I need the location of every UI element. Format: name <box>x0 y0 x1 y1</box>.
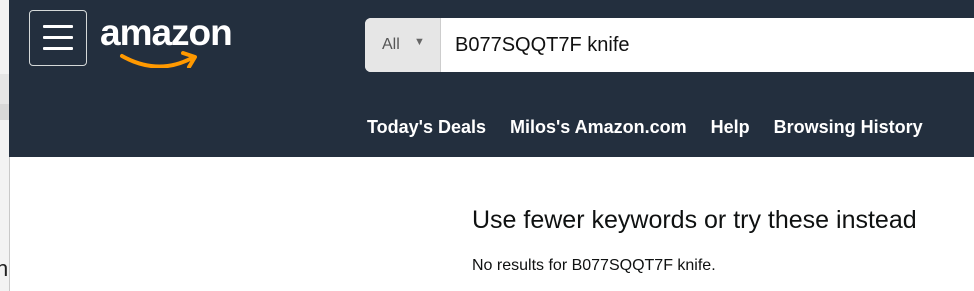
nav-links: Today's Deals Milos's Amazon.com Help Br… <box>367 117 947 141</box>
background-text-fragment: n <box>0 256 9 281</box>
amazon-smile-icon <box>120 51 197 68</box>
amazon-logo[interactable]: amazon <box>100 6 260 68</box>
no-results-message: No results for B077SQQT7F knife. <box>472 257 716 274</box>
nav-link-browsing-history[interactable]: Browsing History <box>774 117 923 141</box>
nav-link-todays-deals[interactable]: Today's Deals <box>367 117 486 141</box>
search-results-area: Use fewer keywords or try these instead … <box>472 206 917 274</box>
amazon-header: amazon All ▼ Today's Deals Milos's Amazo… <box>9 0 974 157</box>
background-band <box>0 74 9 104</box>
search-category-dropdown[interactable]: All ▼ <box>365 18 441 72</box>
background-band <box>0 104 9 120</box>
search-input[interactable] <box>441 18 974 72</box>
caret-down-icon: ▼ <box>414 36 425 48</box>
results-headline: Use fewer keywords or try these instead <box>472 206 917 234</box>
nav-link-help[interactable]: Help <box>711 117 750 141</box>
nav-link-milos-amazon[interactable]: Milos's Amazon.com <box>510 117 687 141</box>
search-category-label: All <box>382 36 400 53</box>
search-bar: All ▼ <box>365 18 974 72</box>
hamburger-menu-icon[interactable] <box>29 10 87 66</box>
